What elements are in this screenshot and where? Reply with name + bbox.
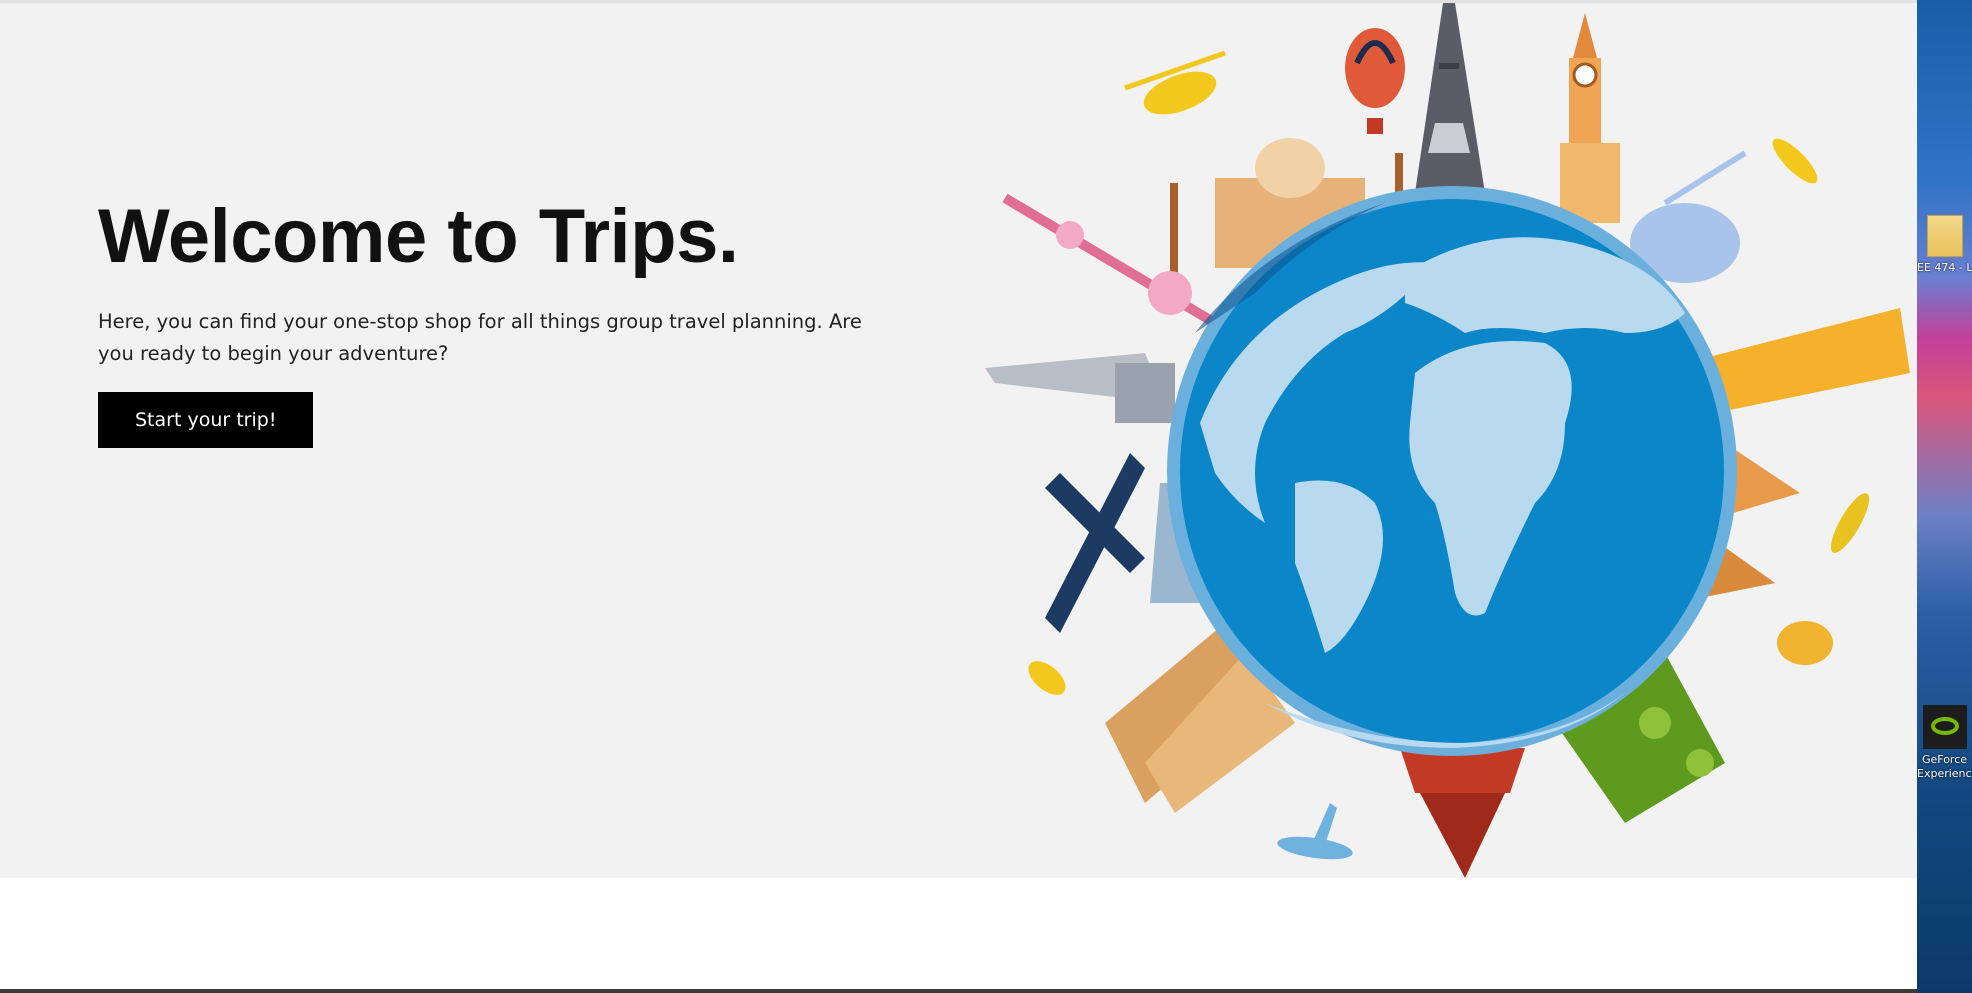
eiffel-tower-icon: [1415, 3, 1485, 193]
airplane-bottom-icon: [1277, 803, 1353, 860]
hero-text: Welcome to Trips. Here, you can find you…: [98, 191, 878, 449]
start-trip-button[interactable]: Start your trip!: [98, 392, 314, 449]
statue-of-liberty-icon: [985, 353, 1175, 423]
desktop-icon-geforce[interactable]: GeForce Experience: [1917, 705, 1972, 781]
helicopter-icon: [1124, 50, 1226, 115]
desktop-background: EE 474 - L GeForce Experience: [1917, 0, 1972, 993]
hero-section: Welcome to Trips. Here, you can find you…: [0, 0, 1917, 878]
page-title: Welcome to Trips.: [98, 194, 739, 279]
travel-globe-illustration: [985, 3, 1910, 878]
taskbar-edge: [0, 989, 1917, 993]
hero-description: Here, you can find your one-stop shop fo…: [98, 310, 862, 366]
geforce-icon: [1922, 705, 1967, 749]
leaning-tower-icon: [1705, 308, 1910, 413]
globe-icon: [1167, 186, 1737, 756]
big-ben-icon: [1560, 13, 1620, 223]
page: Welcome to Trips. Here, you can find you…: [0, 0, 1972, 993]
desktop-icon-folder[interactable]: EE 474 - L: [1917, 215, 1972, 274]
hot-air-balloon-icon: [1345, 28, 1405, 134]
desktop-icon-label: EE 474 - L: [1917, 261, 1972, 274]
zeppelin-icon: [1777, 621, 1833, 665]
folder-icon: [1926, 215, 1963, 257]
tv-tower-icon: [1002, 193, 1218, 328]
seaplane-icon: [1028, 661, 1066, 695]
temple-icon: [1400, 748, 1525, 878]
desktop-icon-label: GeForce Experience: [1917, 753, 1972, 780]
